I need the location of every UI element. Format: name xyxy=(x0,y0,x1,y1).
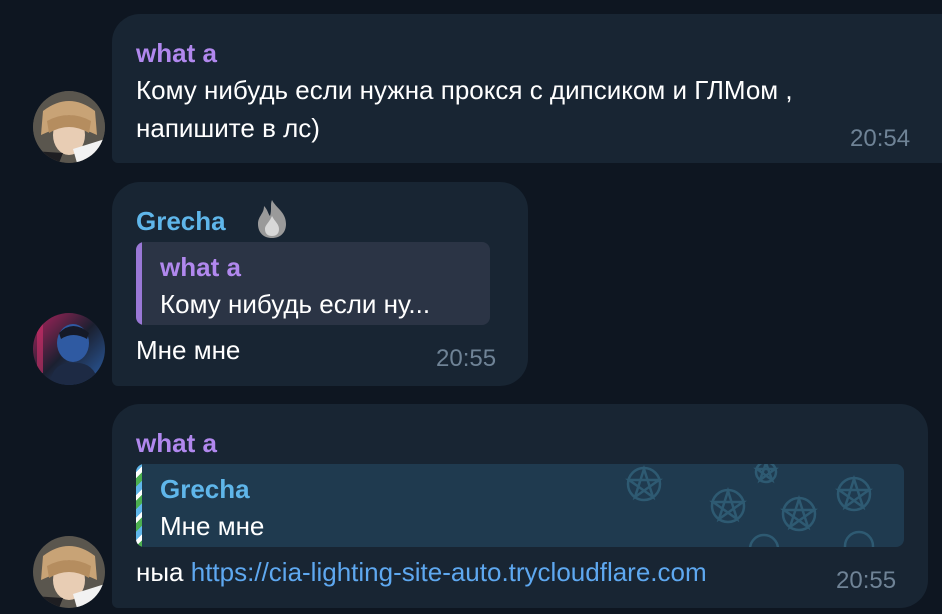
avatar-what-a[interactable] xyxy=(33,536,105,608)
reply-sender: what a xyxy=(160,252,241,282)
reply-accent-bar xyxy=(136,242,142,325)
message-time: 20:55 xyxy=(436,345,497,372)
reply-accent-bar xyxy=(136,464,142,547)
avatar-what-a[interactable] xyxy=(33,91,105,163)
message-bubble-3[interactable]: what a Grecha Мне мне ныа https://cia-li… xyxy=(112,404,928,608)
reply-text: Мне мне xyxy=(160,511,265,541)
reply-text: Кому нибудь если ну... xyxy=(160,289,431,319)
pentagram-pattern xyxy=(625,464,875,547)
reply-preview[interactable]: Grecha Мне мне xyxy=(136,464,904,547)
reply-preview[interactable]: what a Кому нибудь если ну... xyxy=(136,242,490,325)
message-bubble-2[interactable]: Grecha what a Кому нибудь если ну... Мне… xyxy=(112,182,528,386)
message-time: 20:54 xyxy=(850,125,911,152)
message-text-prefix: ныа xyxy=(136,557,184,587)
message-text-line-2: напишите в лс) xyxy=(136,113,320,143)
message-time: 20:55 xyxy=(836,567,897,594)
sender-name[interactable]: what a xyxy=(136,38,217,69)
fire-emoji-icon xyxy=(254,198,290,245)
message-text: ныа https://cia-lighting-site-auto.trycl… xyxy=(136,554,707,591)
sender-name[interactable]: what a xyxy=(136,428,217,459)
sender-name[interactable]: Grecha xyxy=(136,206,226,237)
message-bubble-1[interactable]: what a Кому нибудь если нужна прокся с д… xyxy=(112,14,942,163)
message-text-line-1: Кому нибудь если нужна прокся с дипсиком… xyxy=(136,75,793,105)
message-link[interactable]: https://cia-lighting-site-auto.trycloudf… xyxy=(191,557,707,587)
reply-sender: Grecha xyxy=(160,474,250,504)
avatar-grecha[interactable] xyxy=(33,313,105,385)
message-text: Мне мне xyxy=(136,335,241,365)
